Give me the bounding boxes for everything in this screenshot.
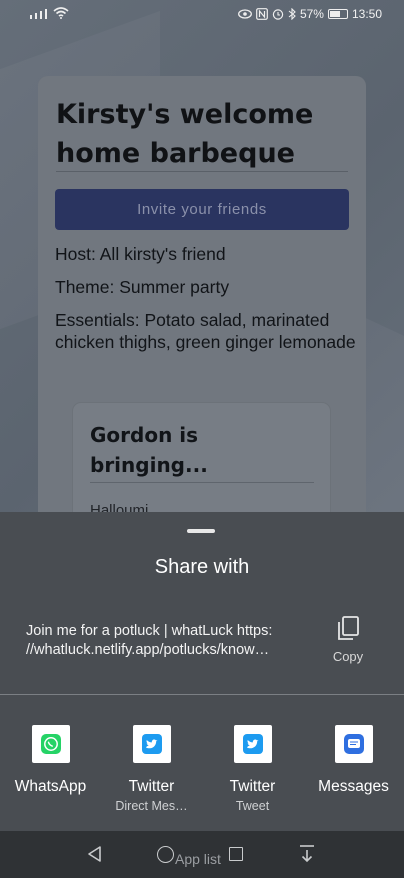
- share-target-label: Twitter: [229, 778, 276, 795]
- battery-percent: 57%: [299, 7, 324, 21]
- signal-icon: [30, 7, 69, 19]
- share-target-label: Twitter: [128, 778, 175, 795]
- share-target-whatsapp[interactable]: WhatsApp: [0, 725, 101, 796]
- alarm-icon: [272, 9, 284, 20]
- host-label: Host:: [55, 244, 96, 264]
- drag-handle[interactable]: [187, 529, 215, 533]
- status-bar: 57% 13:50: [0, 0, 404, 30]
- essentials-label: Essentials:: [55, 310, 140, 330]
- share-sheet-title: Share with: [154, 556, 250, 578]
- share-text-line: //whatluck.netlify.app/potlucks/know…: [26, 642, 270, 658]
- messages-icon: [334, 725, 373, 763]
- share-target-messages[interactable]: Messages: [303, 725, 404, 796]
- theme-value: Summer party: [114, 277, 230, 297]
- whatsapp-icon: [31, 725, 70, 763]
- bringing-divider: [90, 482, 314, 483]
- sheet-divider: [0, 694, 404, 695]
- notification-shade-icon[interactable]: [298, 844, 316, 864]
- nfc-icon: [256, 8, 268, 20]
- invite-friends-button[interactable]: Invite your friends: [55, 189, 349, 230]
- navigation-bar: App list: [0, 831, 404, 878]
- recent-apps-icon[interactable]: [229, 847, 243, 861]
- copy-label: Copy: [332, 649, 364, 664]
- copy-icon: [338, 616, 359, 640]
- title-divider: [56, 171, 348, 172]
- wifi-icon: [53, 7, 69, 19]
- clock: 13:50: [351, 7, 382, 21]
- copy-button[interactable]: Copy: [322, 612, 374, 672]
- battery-icon: [327, 9, 348, 19]
- share-target-sublabel: Direct Mes…: [115, 799, 188, 813]
- share-target-twitter-tweet[interactable]: Twitter Tweet: [202, 725, 303, 813]
- event-title: Kirsty's welcome home barbeque: [56, 99, 314, 169]
- share-text-line: Join me for a potluck | whatLuck https:: [26, 623, 273, 639]
- twitter-icon: [132, 725, 171, 763]
- home-icon[interactable]: [157, 846, 174, 863]
- essentials-line: Essentials: Potato salad, marinated chic…: [55, 309, 360, 353]
- host-line: Host: All kirsty's friend: [55, 243, 355, 265]
- host-value: All kirsty's friend: [95, 244, 226, 264]
- bluetooth-icon: [288, 8, 296, 20]
- share-target-sublabel: Tweet: [235, 799, 270, 813]
- share-text-preview: Join me for a potluck | whatLuck https: …: [26, 622, 311, 660]
- status-right: 57% 13:50: [237, 7, 382, 21]
- share-target-label: Messages: [318, 778, 389, 795]
- twitter-icon: [233, 725, 272, 763]
- bringing-title: Gordon is bringing...: [90, 423, 208, 477]
- home-button-label: App list: [175, 851, 221, 867]
- theme-line: Theme: Summer party: [55, 276, 355, 298]
- share-target-label: WhatsApp: [14, 778, 87, 795]
- eye-icon: [237, 9, 252, 19]
- back-icon[interactable]: [86, 845, 104, 863]
- share-target-twitter-dm[interactable]: Twitter Direct Mes…: [101, 725, 202, 813]
- theme-label: Theme:: [55, 277, 115, 297]
- share-sheet: Share with Join me for a potluck | whatL…: [0, 512, 404, 831]
